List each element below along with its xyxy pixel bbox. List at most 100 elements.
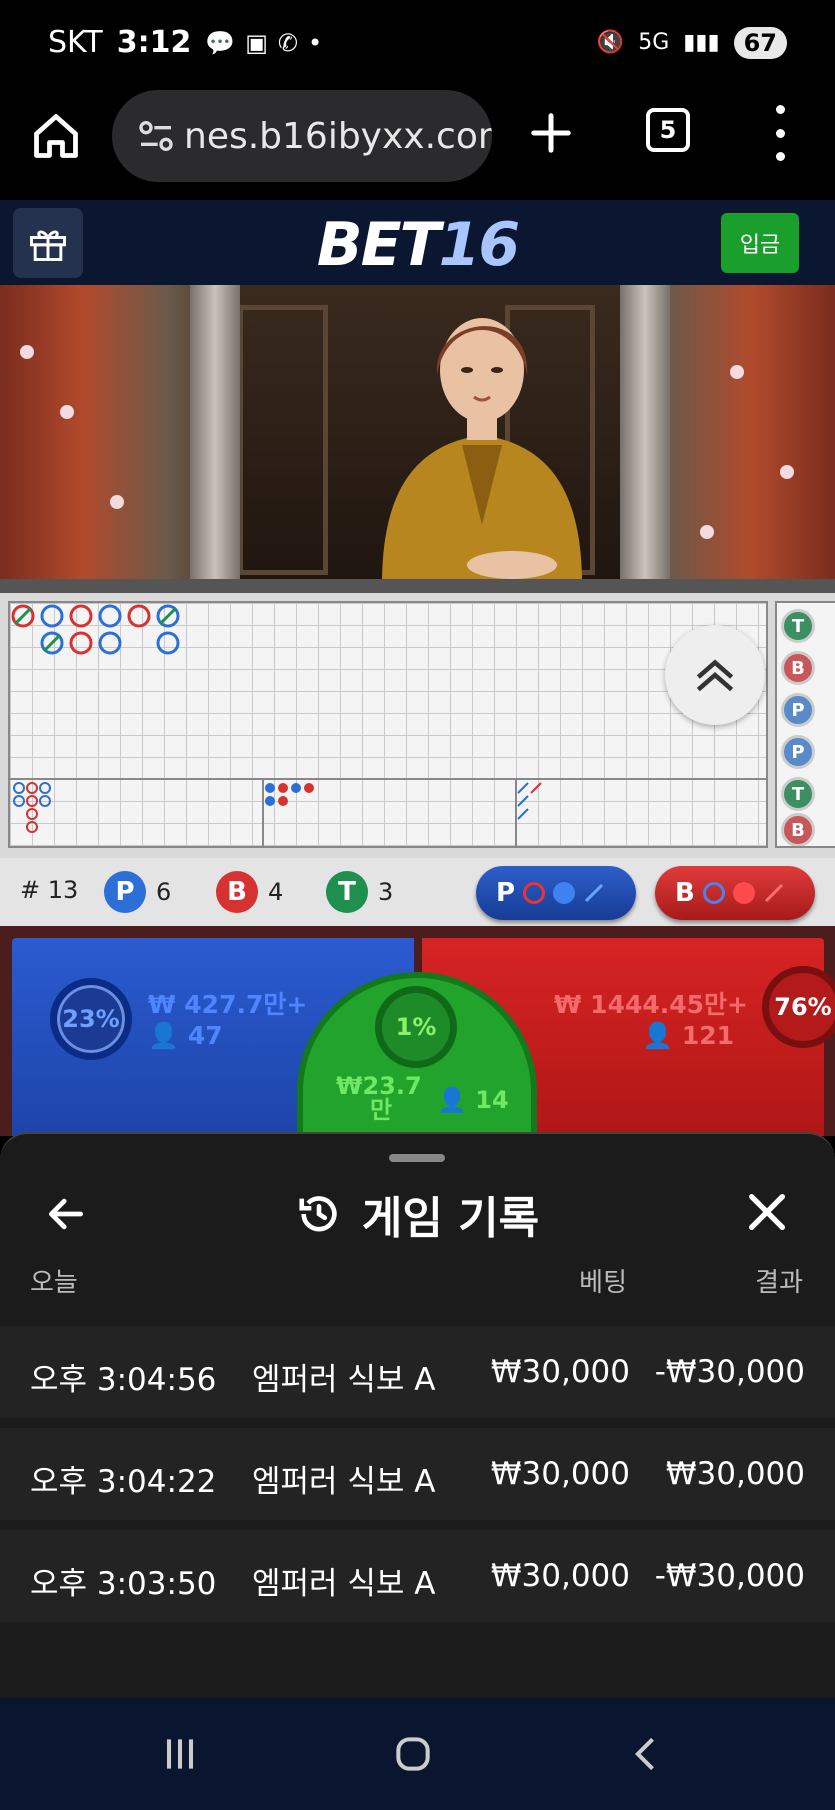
tie-stat: T 3 [326, 871, 393, 913]
player-stat: P 6 [104, 871, 171, 913]
header-result: 결과 [755, 1268, 803, 1298]
video-table-edge [0, 579, 835, 593]
sheet-title: 게임 기록 [0, 1182, 835, 1246]
banker-count: 4 [268, 878, 284, 906]
betting-area: 23% ₩ 427.7만+ 👤 47 ₩ 1444.45만+ 👤 121 76%… [0, 926, 835, 1136]
row-bet: ₩30,000 [490, 1354, 630, 1390]
banker-bettors: 👤 121 [642, 1021, 734, 1051]
user-icon: 👤 [641, 1021, 674, 1050]
camera-notification-icon: ▣ [245, 28, 268, 57]
home-icon[interactable] [30, 110, 82, 162]
history-row[interactable]: 오후 3:03:50 엠퍼러 식보 A ₩30,000 -₩30,000 [0, 1530, 835, 1622]
blossom-decoration [700, 525, 714, 539]
blossom-decoration [730, 365, 744, 379]
big-road-grid [8, 601, 768, 848]
recent-apps-icon[interactable] [158, 1732, 202, 1776]
blossom-decoration [780, 465, 794, 479]
road-divider [10, 778, 766, 780]
banker-bet-amount: ₩ 1444.45만+ [553, 990, 748, 1019]
blossom-decoration [20, 345, 34, 359]
road-divider [515, 778, 517, 848]
player-bettors: 👤 47 [148, 1021, 223, 1051]
close-icon[interactable] [744, 1189, 790, 1235]
banker-bettor-count: 121 [681, 1021, 734, 1050]
blue-dot-icon [553, 882, 576, 904]
chevron-double-up-icon [696, 659, 734, 692]
system-navigation-bar [0, 1698, 835, 1810]
network-type: 5G [638, 30, 670, 55]
bead-chip: T [781, 777, 815, 811]
site-settings-icon[interactable] [136, 116, 176, 156]
tie-bettor-count: 14 [475, 1086, 509, 1114]
video-pillar [190, 285, 240, 593]
dealer-figure [382, 318, 582, 585]
deposit-button[interactable]: 입금 [721, 213, 799, 273]
site-logo[interactable]: BET16 [0, 210, 835, 280]
page: SKT 3:12 💬 ▣ ✆ • 🔇 5G ▮▮▮ 67 nes.b16ibyx… [0, 0, 835, 1810]
bead-chip: B [781, 813, 815, 846]
carrier-label: SKT [48, 25, 103, 60]
tab-count: 5 [659, 116, 677, 144]
banker-chip: B [216, 871, 258, 913]
site-header: BET16 입금 [0, 200, 835, 285]
signal-icon: ▮▮▮ [683, 30, 720, 55]
player-ask-button[interactable]: P [476, 866, 636, 920]
scoreboard: T B P P T B [0, 593, 835, 858]
bead-chip: T [781, 609, 815, 643]
player-chip: P [104, 871, 146, 913]
header-bet: 베팅 [579, 1268, 627, 1298]
tie-percent-ring: 1% [375, 986, 457, 1068]
row-game: 엠퍼러 식보 A [252, 1362, 436, 1398]
address-bar[interactable]: nes.b16ibyxx.com [112, 90, 492, 182]
tie-chip: T [326, 871, 368, 913]
round-number: # 13 [20, 876, 79, 904]
missed-call-icon: ✆ [277, 28, 299, 57]
history-row[interactable]: 오후 3:04:56 엠퍼러 식보 A ₩30,000 -₩30,000 [0, 1326, 835, 1418]
tie-bet-amount: ₩23.7 만 [336, 1074, 422, 1122]
history-header-row: 오늘 베팅 결과 [0, 1262, 835, 1302]
clock: 3:12 [116, 25, 192, 60]
back-nav-icon[interactable] [625, 1732, 669, 1776]
home-nav-icon[interactable] [391, 1732, 435, 1776]
tie-count: 3 [378, 878, 394, 906]
history-row[interactable]: 오후 3:04:22 엠퍼러 식보 A ₩30,000 ₩30,000 [0, 1428, 835, 1520]
player-bettor-count: 47 [187, 1021, 223, 1050]
logo-text-bet: BET [316, 210, 441, 280]
url-text: nes.b16ibyxx.com [184, 115, 492, 157]
banker-stat: B 4 [216, 871, 283, 913]
row-time: 오후 3:04:22 [30, 1464, 217, 1500]
row-bet: ₩30,000 [490, 1456, 630, 1492]
battery-indicator: 67 [733, 26, 787, 59]
player-bet-amount: ₩ 427.7만+ [148, 990, 308, 1019]
tab-switcher-button[interactable]: 5 [646, 108, 690, 152]
bead-road-strip: T B P P T B [775, 601, 835, 848]
road-beads [11, 604, 542, 833]
browser-menu-icon[interactable] [770, 105, 790, 161]
red-dot-icon [732, 882, 755, 904]
sheet-title-text: 게임 기록 [361, 1193, 540, 1244]
row-game: 엠퍼러 식보 A [252, 1464, 436, 1500]
game-history-sheet: 게임 기록 오늘 베팅 결과 오후 3:04:56 엠퍼러 식보 A ₩30,0… [0, 1132, 835, 1698]
video-pillar [620, 285, 670, 593]
banker-ask-label: B [675, 878, 695, 908]
chat-notification-icon: 💬 [205, 28, 236, 57]
banker-percent-ring: 76% [762, 966, 835, 1048]
blue-ring-icon [702, 882, 725, 904]
tie-bettors: 👤 14 [437, 1086, 509, 1114]
sheet-drag-handle[interactable] [389, 1154, 445, 1162]
blossom-decoration [110, 495, 124, 509]
collapse-button[interactable] [665, 625, 765, 725]
user-icon: 👤 [148, 1021, 180, 1050]
new-tab-icon[interactable] [528, 110, 574, 156]
status-bar: SKT 3:12 💬 ▣ ✆ • 🔇 5G ▮▮▮ 67 [0, 0, 835, 85]
header-today: 오늘 [30, 1268, 78, 1298]
banker-ask-button[interactable]: B [655, 866, 815, 920]
row-time: 오후 3:04:56 [30, 1362, 217, 1398]
slash-icon [585, 883, 604, 903]
stats-bar: # 13 P 6 B 4 T 3 P B [0, 858, 835, 926]
player-count: 6 [156, 878, 172, 906]
more-notifications-icon: • [308, 28, 323, 57]
row-result: ₩30,000 [665, 1456, 805, 1492]
slash-icon [764, 883, 783, 903]
live-dealer-video [0, 285, 835, 593]
